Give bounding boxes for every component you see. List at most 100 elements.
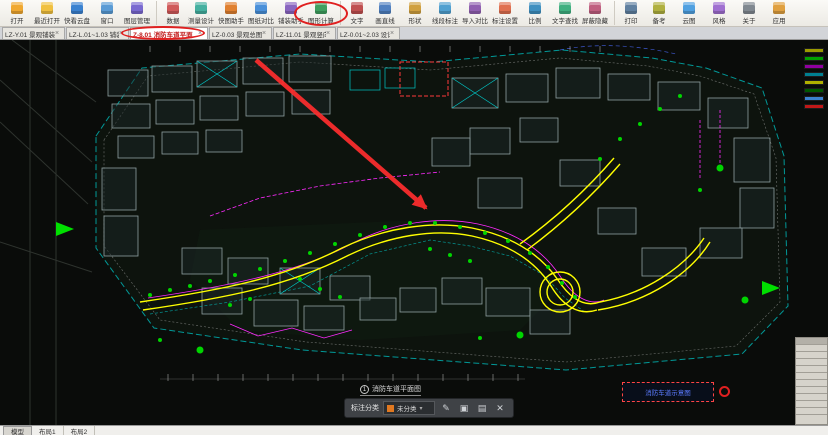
dim-settings-button[interactable]: 标注设置 xyxy=(490,1,520,25)
about-icon xyxy=(743,2,755,14)
layer-swatch[interactable] xyxy=(804,72,824,77)
close-icon[interactable] xyxy=(198,30,205,37)
table-row xyxy=(796,380,827,387)
tab-label: LZ-0.03 景观总图平面中… xyxy=(212,29,262,39)
status-bar: 模型 布局1 布局2 xyxy=(0,425,828,435)
layer-swatch[interactable] xyxy=(804,64,824,69)
layer-swatch[interactable] xyxy=(804,88,824,93)
tab-label: Z-8.01 消防车道平面 xyxy=(133,29,198,39)
close-icon[interactable] xyxy=(119,30,126,37)
assistant-label: 快图助手 xyxy=(218,15,244,25)
apps-label: 应用 xyxy=(773,15,786,25)
tab-label: LZ-L.01~1.03 铺装详图… xyxy=(69,29,119,39)
shape-label: 形状 xyxy=(409,15,422,25)
notes-icon xyxy=(653,2,665,14)
shape-calc-button[interactable]: 图形计算 xyxy=(306,1,336,25)
open-icon xyxy=(11,2,23,14)
data-icon xyxy=(167,2,179,14)
dropdown-value: 未分类 xyxy=(397,403,417,413)
window-icon xyxy=(101,2,113,14)
recent-label: 最近打开 xyxy=(34,15,60,25)
apps-button[interactable]: 应用 xyxy=(764,1,794,25)
mask-hide-button[interactable]: 屏蔽隐藏 xyxy=(580,1,610,25)
text-search-button[interactable]: 文字查找 xyxy=(550,1,580,25)
layout1-tab[interactable]: 布局1 xyxy=(32,426,64,435)
search-text-label: 文字查找 xyxy=(552,15,578,25)
layout2-tab[interactable]: 布局2 xyxy=(64,426,96,435)
legend-text: 消防车道示意图 xyxy=(645,387,691,397)
paving-icon xyxy=(285,2,297,14)
notes-button[interactable]: 备考 xyxy=(644,1,674,25)
layer-color-palette[interactable] xyxy=(802,45,826,112)
about-button[interactable]: 关于 xyxy=(734,1,764,25)
annotation-toolbar: 标注分类 未分类 ✎ ▣ ▤ ✕ xyxy=(344,398,514,418)
notes-label: 备考 xyxy=(653,15,666,25)
style-label: 风格 xyxy=(713,15,726,25)
paving-assistant-button[interactable]: 铺装助手 xyxy=(276,1,306,25)
quick-assistant-button[interactable]: 快图助手 xyxy=(216,1,246,25)
hide-icon xyxy=(589,2,601,14)
tab-grading-plan[interactable]: LZ-11.01 景观竖向平面中… xyxy=(273,27,336,39)
import-compare-button[interactable]: 导入对比 xyxy=(460,1,490,25)
text-button[interactable]: 文字 xyxy=(340,1,370,25)
line-icon xyxy=(379,2,391,14)
drawing-compare-button[interactable]: 图纸对比 xyxy=(246,1,276,25)
layer-swatch[interactable] xyxy=(804,80,824,85)
close-icon[interactable] xyxy=(326,30,333,37)
layer-swatch[interactable] xyxy=(804,56,824,61)
tab-paving-plan[interactable]: LZ-Y.01 景观铺装平面图 xyxy=(2,27,65,39)
open-button[interactable]: 打开 xyxy=(2,1,32,25)
table-header-row xyxy=(796,338,827,345)
data-button[interactable]: 数据 xyxy=(156,1,186,25)
table-row xyxy=(796,373,827,380)
recent-open-button[interactable]: 最近打开 xyxy=(32,1,62,25)
copy-annotation-button[interactable]: ▣ xyxy=(457,401,471,415)
tab-paving-detail[interactable]: LZ-L.01~1.03 铺装详图… xyxy=(66,27,129,39)
layer-swatch[interactable] xyxy=(804,96,824,101)
cloud-drive-button[interactable]: 快看云盘 xyxy=(62,1,92,25)
window-label: 窗口 xyxy=(101,15,114,25)
window-button[interactable]: 窗口 xyxy=(92,1,122,25)
apps-icon xyxy=(773,2,785,14)
measure-design-button[interactable]: 测量设计 xyxy=(186,1,216,25)
measure-label: 测量设计 xyxy=(188,15,214,25)
tab-design-notes[interactable]: LZ-0.01~2.03 设计说… xyxy=(337,27,400,39)
calc-label: 图形计算 xyxy=(308,15,334,25)
print-icon xyxy=(625,2,637,14)
settings-icon xyxy=(499,2,511,14)
cloud-drawing-button[interactable]: 云图 xyxy=(674,1,704,25)
table-row xyxy=(796,408,827,415)
shape-button[interactable]: 形状 xyxy=(400,1,430,25)
print-button[interactable]: 打印 xyxy=(614,1,644,25)
close-icon[interactable] xyxy=(390,30,397,37)
table-row xyxy=(796,387,827,394)
tab-master-plan[interactable]: LZ-0.03 景观总图平面中… xyxy=(209,27,272,39)
close-icon[interactable] xyxy=(262,30,269,37)
text-label: 文字 xyxy=(351,15,364,25)
annotation-category-dropdown[interactable]: 未分类 xyxy=(383,401,435,415)
cloud-drawing-icon xyxy=(683,2,695,14)
open-label: 打开 xyxy=(11,15,24,25)
segment-dim-button[interactable]: 线段标注 xyxy=(430,1,460,25)
table-row xyxy=(796,401,827,408)
style-button[interactable]: 风格 xyxy=(704,1,734,25)
cloud-drawing-label: 云图 xyxy=(683,15,696,25)
close-icon[interactable] xyxy=(55,30,62,37)
layer-swatch[interactable] xyxy=(804,104,824,109)
text-icon xyxy=(351,2,363,14)
scale-button[interactable]: 比例 xyxy=(520,1,550,25)
edit-annotation-button[interactable]: ✎ xyxy=(439,401,453,415)
layer-manager-button[interactable]: 图层管理 xyxy=(122,1,152,25)
drawing-canvas[interactable]: 消防车道示意图 1 消防车道平面图 标注分类 未分类 ✎ ▣ ▤ ✕ xyxy=(0,40,828,425)
layer-swatch[interactable] xyxy=(804,48,824,53)
delete-annotation-button[interactable]: ✕ xyxy=(493,401,507,415)
tab-fire-lane-plan[interactable]: Z-8.01 消防车道平面 xyxy=(130,27,208,39)
style-icon xyxy=(713,2,725,14)
property-table-panel[interactable] xyxy=(795,337,828,425)
layers-icon xyxy=(131,2,143,14)
table-row xyxy=(796,394,827,401)
plan-title: 1 消防车道平面图 xyxy=(360,384,421,396)
draw-line-button[interactable]: 画直线 xyxy=(370,1,400,25)
model-space-tab[interactable]: 模型 xyxy=(3,426,32,435)
layers-annotation-button[interactable]: ▤ xyxy=(475,401,489,415)
